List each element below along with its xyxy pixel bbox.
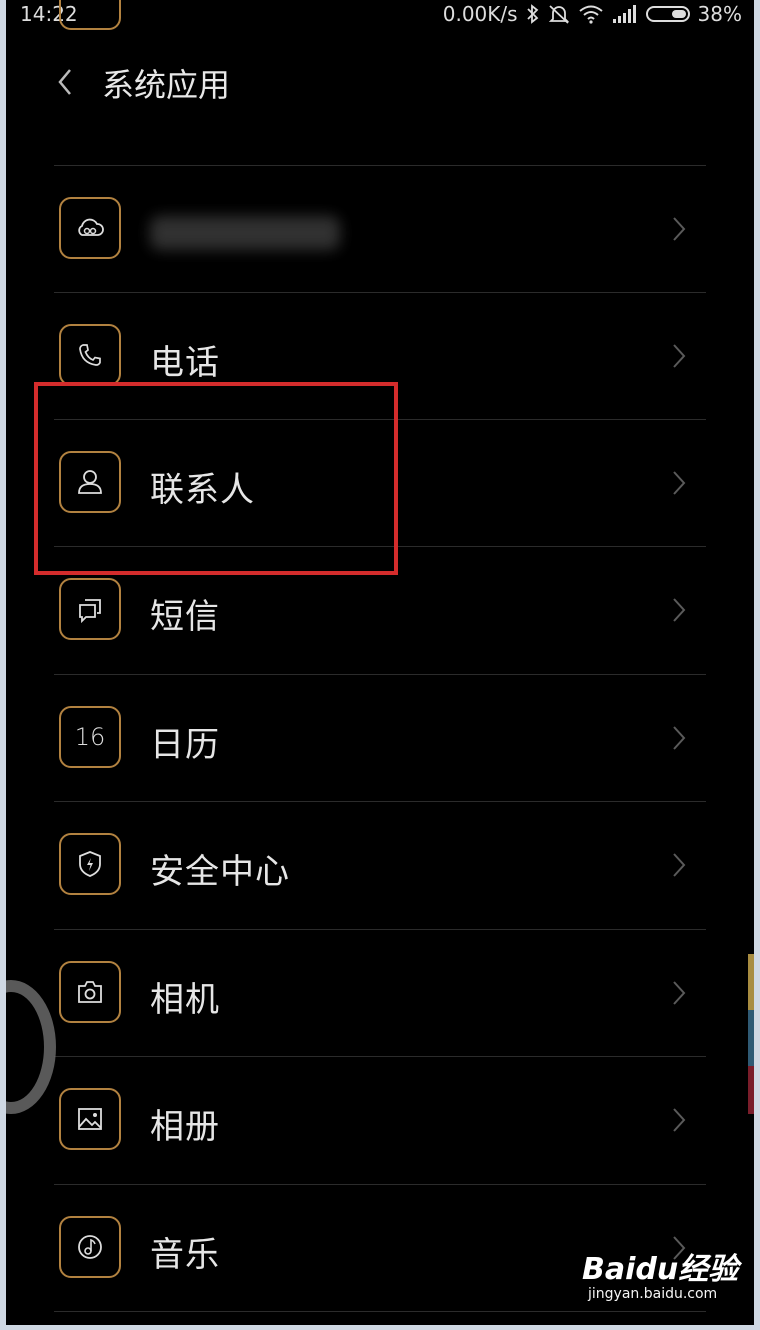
shield-icon [59, 833, 121, 895]
list-item-calendar[interactable]: 16 日历 [54, 674, 706, 802]
list-divider-bottom [54, 1311, 706, 1325]
watermark-url: jingyan.baidu.com [588, 1286, 718, 1302]
blurred-label [150, 216, 340, 250]
item-label: 相机 [150, 980, 220, 1020]
floating-ball[interactable] [6, 980, 56, 1114]
music-icon [59, 1216, 121, 1278]
item-label: 短信 [150, 597, 220, 637]
list-item-gallery[interactable]: 相册 [54, 1056, 706, 1184]
chevron-right-icon [673, 726, 686, 750]
item-label: 日历 [150, 725, 220, 765]
chevron-right-icon [673, 217, 686, 241]
chevron-right-icon [673, 853, 686, 877]
chevron-right-icon [673, 471, 686, 495]
watermark-brand: Baidu经验 [582, 1252, 739, 1287]
list-item-camera[interactable]: 相机 [54, 929, 706, 1057]
cloud-icon [59, 197, 121, 259]
item-label: 相册 [150, 1107, 220, 1147]
item-label: 音乐 [150, 1235, 220, 1275]
item-label: 电话 [150, 343, 220, 383]
highlight-box [34, 382, 398, 575]
camera-icon [59, 961, 121, 1023]
chevron-right-icon [673, 344, 686, 368]
phone-icon [59, 324, 121, 386]
list-item-security[interactable]: 安全中心 [54, 801, 706, 929]
gallery-icon [59, 1088, 121, 1150]
chevron-right-icon [673, 981, 686, 1005]
side-color-strip [748, 954, 754, 1114]
baidu-watermark: Baidu经验 jingyan.baidu.com [582, 1244, 738, 1302]
chevron-right-icon [673, 598, 686, 622]
calendar-icon: 16 [59, 706, 121, 768]
chevron-right-icon [673, 1108, 686, 1132]
calendar-icon-text: 16 [74, 723, 106, 751]
item-label: 安全中心 [150, 852, 290, 892]
list-item-cloud[interactable] [54, 165, 706, 293]
list-item-partial[interactable] [54, 0, 706, 127]
partial-app-icon [59, 0, 121, 30]
message-icon [59, 578, 121, 640]
phone-screen: 14:22 0.00K/s 38% 系统应用 电话 联系人 短信 16 日历 安… [6, 0, 754, 1325]
